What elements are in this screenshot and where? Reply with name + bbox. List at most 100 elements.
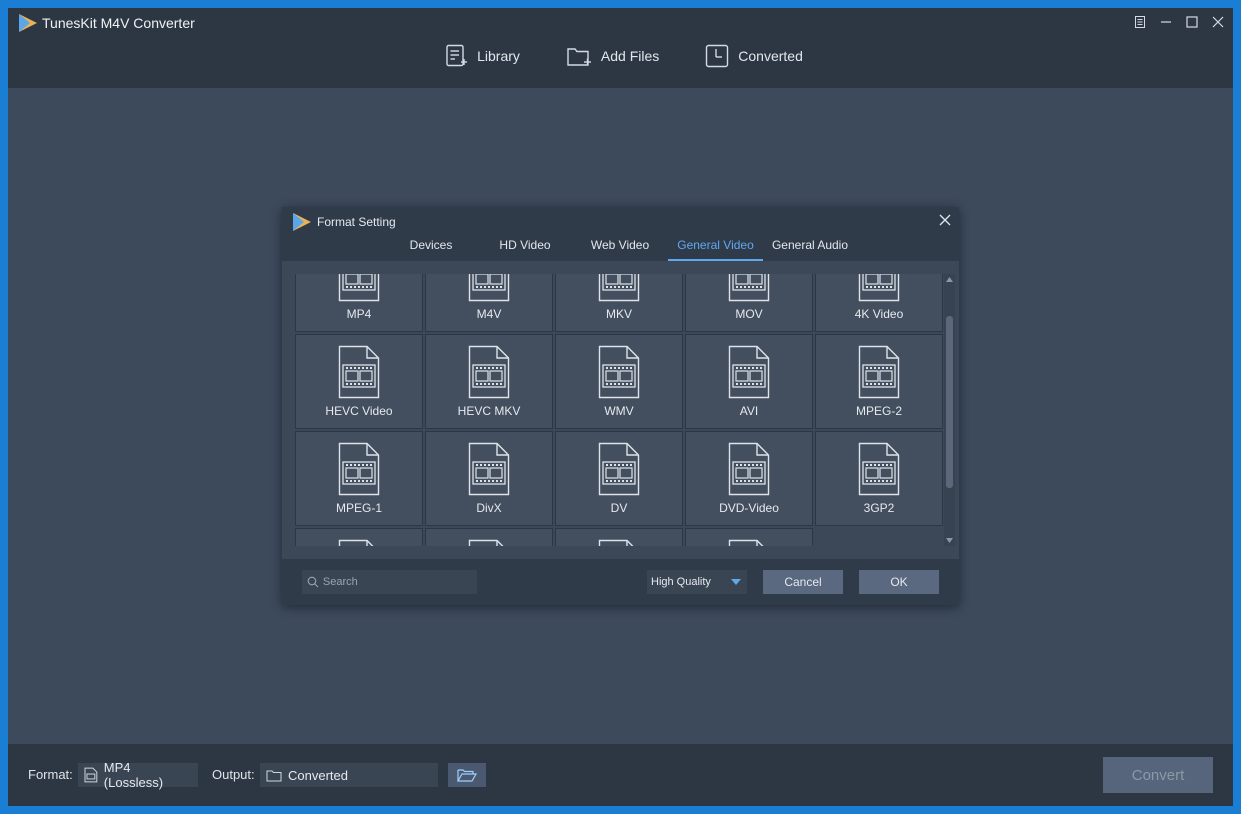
format-tile[interactable]: WMV <box>555 334 683 429</box>
minimize-icon[interactable] <box>1157 13 1175 31</box>
cancel-button[interactable]: Cancel <box>763 570 843 594</box>
format-tile[interactable]: DV <box>555 431 683 526</box>
bottom-bar: Format: MP4 (Lossless) Output: Converted… <box>8 744 1233 806</box>
format-tile[interactable]: 4K Video <box>815 274 943 332</box>
format-tile-label: 4K Video <box>854 307 904 321</box>
format-value: MP4 (Lossless) <box>103 760 164 790</box>
format-tile-label: MKV <box>605 307 632 321</box>
format-tile[interactable]: 3GP2 <box>815 431 943 526</box>
video-file-icon <box>598 274 640 302</box>
format-tile-label: DivX <box>476 501 502 515</box>
format-tile[interactable]: DivX <box>425 431 553 526</box>
search-icon <box>307 576 319 588</box>
format-tile[interactable]: HEVC Video <box>295 334 423 429</box>
converted-button[interactable]: Converted <box>705 42 803 70</box>
video-file-icon <box>468 274 510 302</box>
quality-value: High Quality <box>651 576 711 588</box>
video-file-icon <box>858 345 900 399</box>
format-tile[interactable]: M4V <box>425 274 553 332</box>
library-icon <box>446 44 468 67</box>
output-label: Output: <box>212 767 255 782</box>
video-file-icon <box>728 274 770 302</box>
chevron-down-icon <box>731 579 741 585</box>
tab-web-video[interactable]: Web Video <box>584 231 656 261</box>
format-tile[interactable] <box>685 528 813 546</box>
video-file-icon <box>338 345 380 399</box>
format-tile-label: MPEG-2 <box>855 404 902 418</box>
video-file-icon <box>858 442 900 496</box>
tab-general-video[interactable]: General Video <box>668 231 763 261</box>
format-tile[interactable]: AVI <box>685 334 813 429</box>
scroll-up-icon[interactable] <box>945 275 954 284</box>
browse-folder-button[interactable] <box>448 763 486 787</box>
tab-devices[interactable]: Devices <box>400 231 462 261</box>
format-tile[interactable]: MPEG-1 <box>295 431 423 526</box>
format-tile-label: AVI <box>739 404 759 418</box>
format-file-icon <box>84 767 98 783</box>
format-label: Format: <box>28 767 73 782</box>
library-button[interactable]: Library <box>444 42 520 70</box>
format-grid-area: MP4 M4V MKV MOV 4K Video HEVC Video HEVC MKV WM… <box>282 261 959 559</box>
format-tile[interactable]: MKV <box>555 274 683 332</box>
video-file-icon <box>598 345 640 399</box>
format-tile-label: 3GP2 <box>863 501 895 515</box>
video-file-icon <box>598 442 640 496</box>
ok-button[interactable]: OK <box>859 570 939 594</box>
close-icon[interactable] <box>1209 13 1227 31</box>
video-file-icon <box>468 539 504 546</box>
library-label: Library <box>477 48 520 64</box>
dialog-title: Format Setting <box>317 215 396 229</box>
main-nav: Library Add Files Converted <box>8 42 1233 70</box>
dialog-footer: High Quality Cancel OK <box>282 559 959 605</box>
format-tabs: Devices HD Video Web Video General Video… <box>282 231 959 261</box>
format-tile[interactable] <box>295 528 423 546</box>
format-tile[interactable]: DVD-Video <box>685 431 813 526</box>
search-input[interactable] <box>322 576 472 588</box>
app-title: TunesKit M4V Converter <box>42 15 195 31</box>
menu-icon[interactable] <box>1131 13 1149 31</box>
output-value: Converted <box>288 767 348 783</box>
search-box[interactable] <box>302 570 477 594</box>
grid-scrollbar[interactable] <box>944 274 955 546</box>
format-tile-label: MP4 <box>346 307 372 321</box>
format-tile-label: DVD-Video <box>719 501 779 515</box>
format-tile[interactable]: MPEG-2 <box>815 334 943 429</box>
video-file-icon <box>728 442 770 496</box>
convert-button[interactable]: Convert <box>1103 757 1213 793</box>
format-tile[interactable]: MP4 <box>295 274 423 332</box>
video-file-icon <box>858 274 900 302</box>
video-file-icon <box>728 345 770 399</box>
format-tile-label: MOV <box>735 307 763 321</box>
format-tile[interactable] <box>425 528 553 546</box>
maximize-icon[interactable] <box>1183 13 1201 31</box>
format-selector[interactable]: MP4 (Lossless) <box>78 760 198 790</box>
video-file-icon <box>338 442 380 496</box>
scroll-thumb[interactable] <box>946 316 953 488</box>
format-tile-label: HEVC MKV <box>457 404 521 418</box>
quality-dropdown[interactable]: High Quality <box>647 570 747 594</box>
add-files-label: Add Files <box>600 48 660 64</box>
format-tile[interactable]: MOV <box>685 274 813 332</box>
format-tile-label: M4V <box>476 307 502 321</box>
app-logo-icon <box>19 14 37 32</box>
format-grid: MP4 M4V MKV MOV 4K Video HEVC Video HEVC MKV WM… <box>295 274 943 546</box>
video-file-icon <box>468 442 510 496</box>
add-files-button[interactable]: Add Files <box>566 42 659 70</box>
dialog-close-icon[interactable] <box>937 212 953 228</box>
converted-icon <box>706 44 729 68</box>
video-file-icon <box>338 274 380 302</box>
scroll-down-icon[interactable] <box>945 536 954 545</box>
format-setting-dialog: Format Setting Devices HD Video Web Vide… <box>282 207 959 605</box>
tab-general-audio[interactable]: General Audio <box>766 231 854 261</box>
video-file-icon <box>728 539 764 546</box>
dialog-logo-icon <box>293 213 311 231</box>
converted-label: Converted <box>738 48 803 64</box>
video-file-icon <box>338 539 374 546</box>
format-tile[interactable]: HEVC MKV <box>425 334 553 429</box>
open-folder-icon <box>457 769 477 782</box>
tab-hd-video[interactable]: HD Video <box>492 231 558 261</box>
window-controls <box>1131 13 1227 31</box>
output-path-field[interactable]: Converted <box>260 763 438 787</box>
format-tile-label: WMV <box>604 404 634 418</box>
format-tile[interactable] <box>555 528 683 546</box>
